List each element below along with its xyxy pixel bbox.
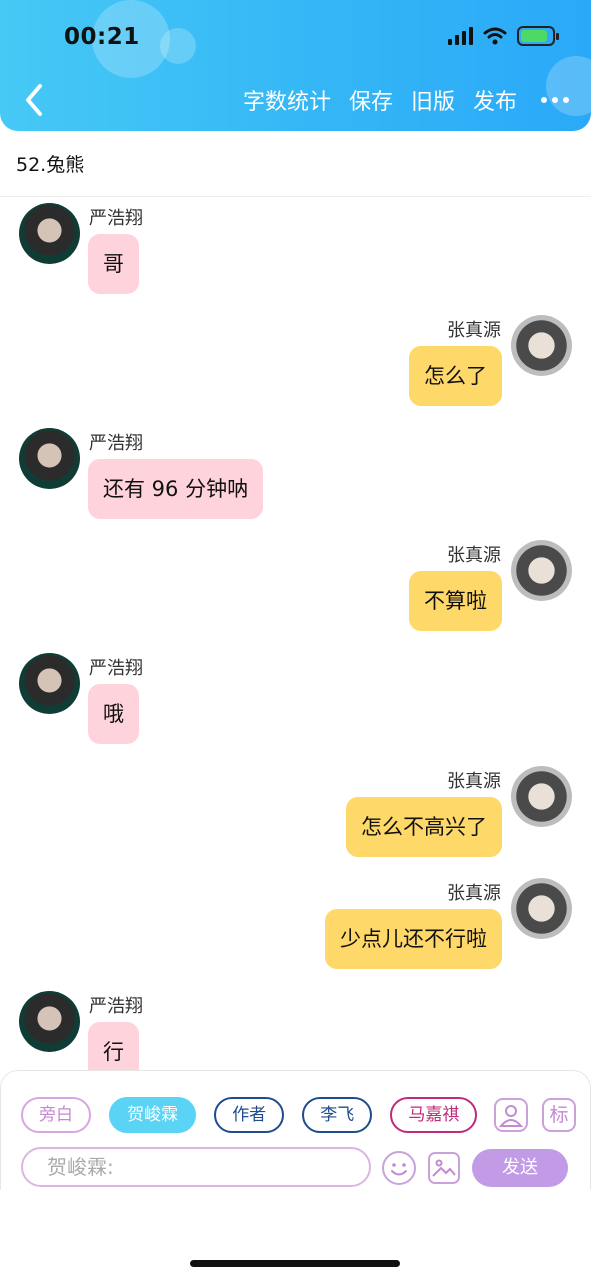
avatar[interactable] — [19, 428, 80, 489]
header: 00:21 字数统计 保存 旧版 发布 — [0, 0, 591, 131]
message-bubble[interactable]: 少点儿还不行啦 — [325, 909, 502, 969]
cellular-signal-icon — [448, 27, 473, 45]
role-selector: 旁白 贺峻霖 作者 李飞 马嘉祺 — [21, 1097, 479, 1135]
publish-button[interactable]: 发布 — [473, 84, 517, 116]
back-button[interactable] — [18, 80, 52, 120]
person-icon — [498, 1105, 524, 1127]
avatar[interactable] — [511, 540, 572, 601]
message-bubble[interactable]: 不算啦 — [409, 571, 502, 631]
save-button[interactable]: 保存 — [349, 84, 393, 116]
more-icon[interactable] — [541, 97, 569, 103]
word-count-button[interactable]: 字数统计 — [243, 84, 331, 116]
message-bubble[interactable]: 还有 96 分钟呐 — [88, 459, 264, 519]
avatar[interactable] — [511, 878, 572, 939]
sender-name: 张真源 — [447, 320, 501, 341]
avatar[interactable] — [511, 315, 572, 376]
image-icon[interactable] — [428, 1152, 460, 1184]
message-bubble[interactable]: 哥 — [88, 234, 139, 294]
message-bubble[interactable]: 行 — [88, 1022, 139, 1070]
smile-icon — [391, 1163, 407, 1176]
sender-name: 严浩翔 — [89, 996, 143, 1017]
send-button[interactable]: 发送 — [472, 1149, 568, 1187]
role-chip-selected[interactable]: 贺峻霖 — [109, 1097, 197, 1133]
role-chip[interactable]: 马嘉祺 — [390, 1097, 478, 1133]
role-chip-narration[interactable]: 旁白 — [21, 1097, 91, 1133]
sender-name: 张真源 — [447, 545, 501, 566]
message-list: 严浩翔 哥 张真源 怎么了 严浩翔 还有 96 分钟呐 张真源 不算啦 严浩翔 … — [0, 197, 591, 1070]
tag-button[interactable]: 标 — [542, 1098, 576, 1132]
avatar[interactable] — [19, 203, 80, 264]
message-bubble[interactable]: 哦 — [88, 684, 139, 744]
message-input[interactable]: 贺峻霖: — [21, 1147, 371, 1187]
composer-panel: 旁白 贺峻霖 作者 李飞 马嘉祺 标 贺峻霖: 发送 — [0, 1070, 591, 1190]
avatar[interactable] — [19, 991, 80, 1052]
emoji-icon[interactable] — [382, 1151, 416, 1185]
picture-icon — [432, 1159, 456, 1177]
person-icon[interactable] — [494, 1098, 528, 1132]
sender-name: 张真源 — [447, 883, 501, 904]
sender-name: 严浩翔 — [89, 658, 143, 679]
status-icons — [448, 26, 559, 46]
old-version-button[interactable]: 旧版 — [411, 84, 455, 116]
chevron-left-icon — [26, 84, 42, 116]
sender-name: 严浩翔 — [89, 433, 143, 454]
status-time: 00:21 — [64, 24, 140, 50]
header-actions: 字数统计 保存 旧版 发布 — [225, 84, 573, 116]
sender-name: 严浩翔 — [89, 208, 143, 229]
role-chip-author[interactable]: 作者 — [214, 1097, 285, 1133]
decorative-bubble — [160, 28, 196, 64]
avatar[interactable] — [19, 653, 80, 714]
role-chip[interactable]: 李飞 — [302, 1097, 373, 1133]
message-bubble[interactable]: 怎么不高兴了 — [346, 797, 502, 857]
avatar[interactable] — [511, 766, 572, 827]
chapter-title: 52.兔熊 — [16, 154, 85, 176]
wifi-icon — [483, 27, 507, 45]
message-bubble[interactable]: 怎么了 — [409, 346, 502, 406]
sender-name: 张真源 — [447, 771, 501, 792]
battery-icon — [517, 26, 559, 46]
home-indicator — [190, 1260, 400, 1267]
